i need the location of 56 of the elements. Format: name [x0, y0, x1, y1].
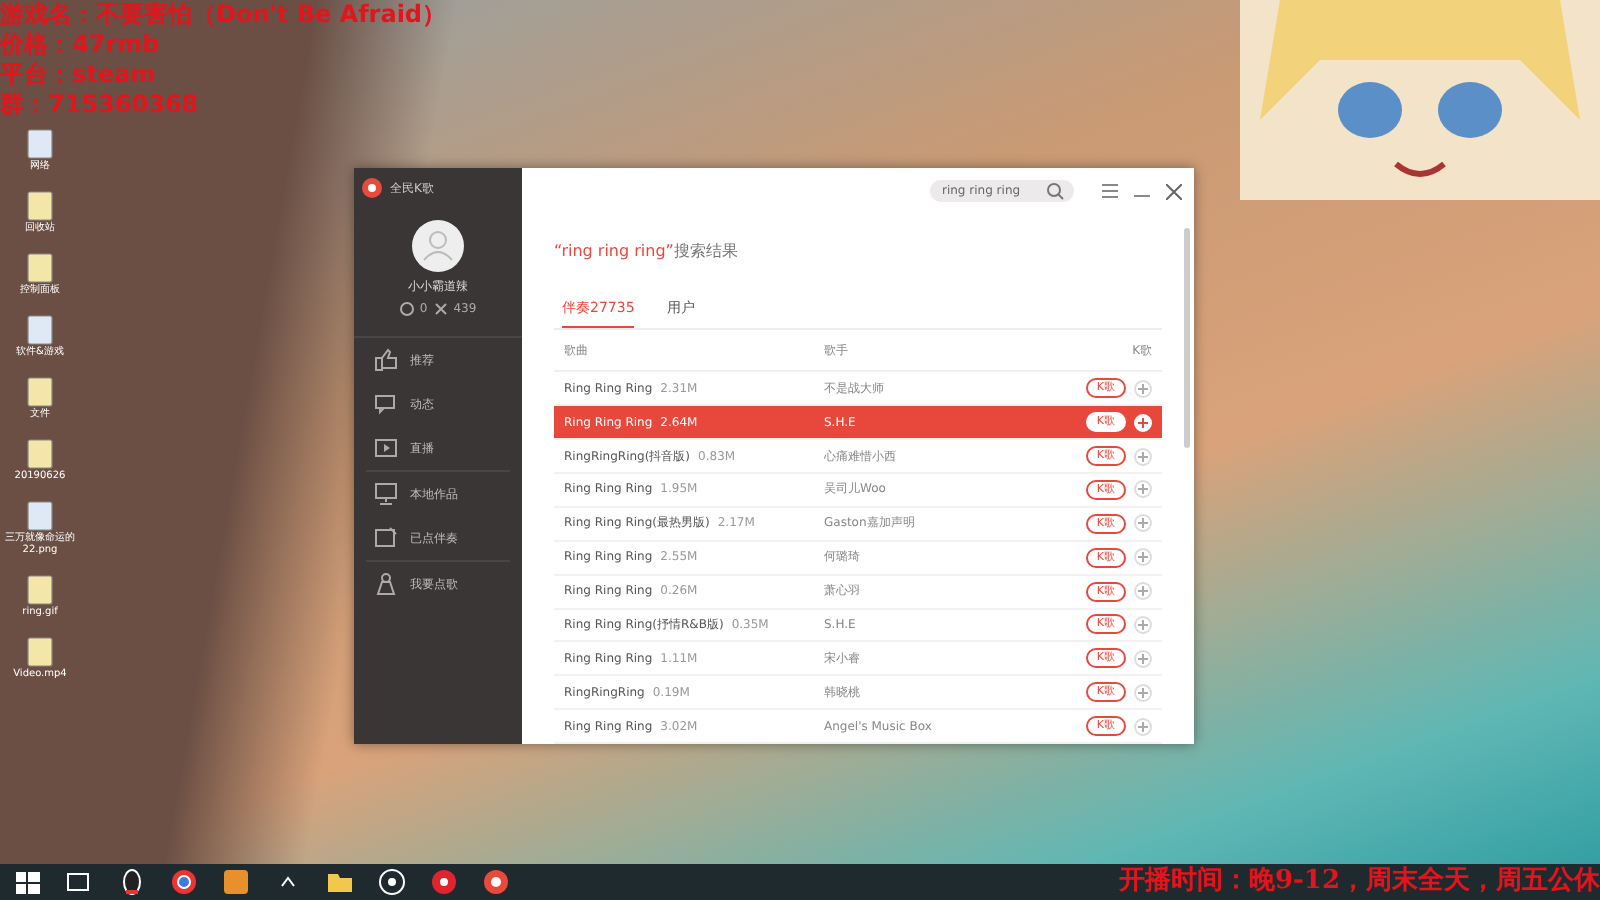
file-icon: [24, 190, 56, 222]
app-logo-icon: [362, 178, 382, 198]
plus-icon: [1138, 586, 1148, 597]
menu-item-icon: [374, 572, 398, 596]
menu-button[interactable]: [1102, 184, 1118, 199]
start-icon: [12, 866, 44, 898]
plus-icon: [1138, 383, 1148, 394]
plus-icon: [1138, 484, 1148, 495]
plus-icon: [1138, 451, 1148, 462]
karaoke-app-icon: [480, 866, 512, 898]
plus-icon: [1138, 721, 1148, 732]
search-query-text: “ring ring ring”: [554, 242, 674, 261]
menu-item-icon: [374, 482, 398, 506]
stream-info-text: 游戏名：不要害怕（Don't Be Afraid）: [0, 0, 447, 30]
add-button[interactable]: [1134, 649, 1152, 668]
results-title: 搜索结果: [673, 242, 738, 261]
add-button[interactable]: [1134, 683, 1152, 702]
stream-info-text: 价格：47rmb: [0, 30, 162, 60]
app-icon: [220, 866, 252, 898]
plus-icon: [1138, 619, 1148, 630]
search-icon: [1046, 182, 1064, 201]
menu-icon: [1102, 184, 1118, 199]
plus-icon: [1138, 653, 1148, 664]
add-button[interactable]: [1134, 514, 1152, 533]
plus-icon: [1138, 518, 1148, 529]
add-button[interactable]: [1134, 615, 1152, 634]
browser-icon: [168, 866, 200, 898]
menu-item-icon: [374, 348, 398, 372]
add-button[interactable]: [1134, 480, 1152, 499]
close-icon: [1166, 183, 1182, 200]
plus-icon: [1138, 552, 1148, 563]
add-button[interactable]: [1134, 582, 1152, 601]
file-icon: [24, 438, 56, 470]
file-icon: [24, 574, 56, 606]
menu-item-icon: [374, 436, 398, 460]
add-button[interactable]: [1134, 717, 1152, 736]
file-icon: [24, 128, 56, 160]
music-app-icon: [428, 866, 460, 898]
avatar-icon: [412, 220, 464, 272]
file-icon: [24, 252, 56, 284]
file-icon: [24, 376, 56, 408]
file-icon: [24, 500, 56, 532]
stream-info-text: 群：715360368: [0, 90, 201, 120]
file-icon: [24, 314, 56, 346]
add-button[interactable]: [1134, 548, 1152, 567]
plus-icon: [1138, 417, 1148, 428]
schedule-text: 开播时间：晚9-12，周末全天，周五公休: [1118, 864, 1600, 900]
close-button[interactable]: [1166, 183, 1182, 200]
add-button[interactable]: [1134, 379, 1152, 398]
record-icon: [376, 866, 408, 898]
menu-item-icon: [374, 526, 398, 550]
stream-info-text: 平台：steam: [0, 60, 158, 90]
menu-item-icon: [374, 392, 398, 416]
add-button[interactable]: [1134, 447, 1152, 466]
plus-icon: [1138, 687, 1148, 698]
file-icon: [24, 636, 56, 668]
